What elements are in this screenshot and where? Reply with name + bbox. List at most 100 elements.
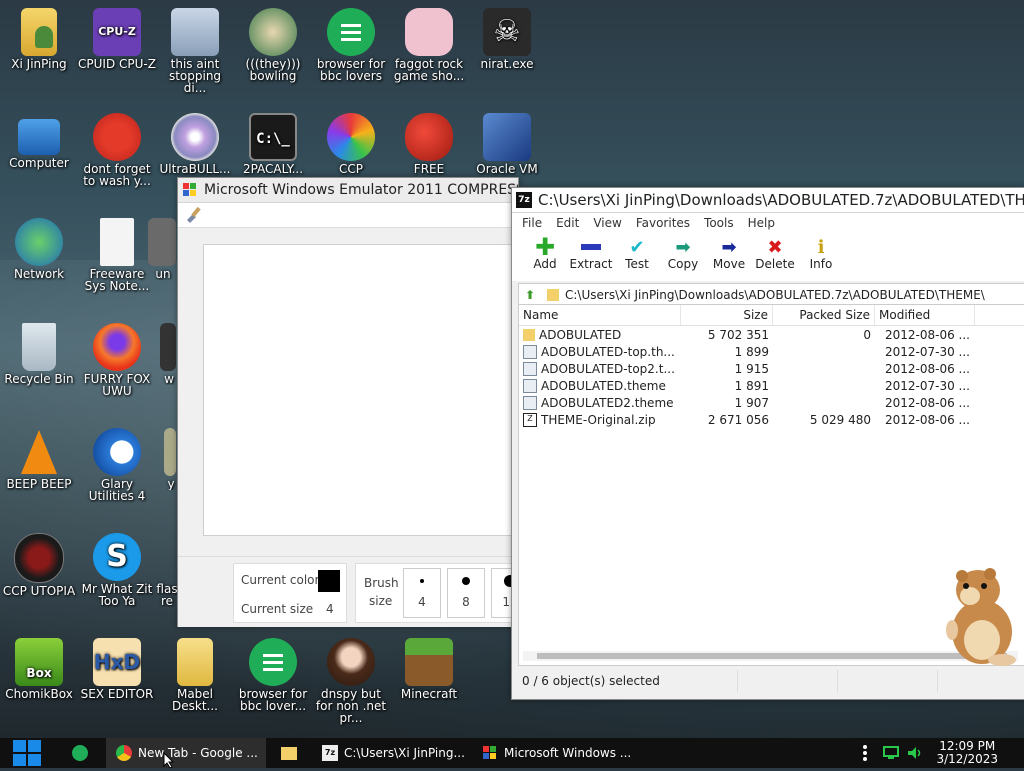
minus-icon xyxy=(568,237,614,257)
file-row[interactable]: ADOBULATED-top.th... 1 899 2012-07-30 ..… xyxy=(519,343,1024,360)
file-row[interactable]: Z THEME-Original.zip 2 671 056 5 029 480 … xyxy=(519,411,1024,428)
desktop-icon-partial-flas[interactable]: flas re xyxy=(156,533,178,607)
start-button[interactable] xyxy=(0,738,54,768)
move-button[interactable]: ➡ Move xyxy=(706,233,752,272)
desktop-icon-free[interactable]: FREE xyxy=(390,113,468,175)
recycle-bin-icon xyxy=(22,323,56,371)
menu-tools[interactable]: Tools xyxy=(698,216,742,230)
taskbar-item-7zip[interactable]: 7z C:\Users\Xi JinPing... xyxy=(312,738,472,768)
current-color-swatch[interactable] xyxy=(318,570,340,592)
desktop-icon-glary-utilities[interactable]: Glary Utilities 4 xyxy=(78,428,156,502)
delete-button[interactable]: ✖ Delete xyxy=(752,233,798,272)
desktop-icon-network[interactable]: Network xyxy=(0,218,78,280)
zip-archive-icon: Z xyxy=(523,412,537,427)
copy-button[interactable]: ➡ Copy xyxy=(660,233,706,272)
desktop-icon-computer[interactable]: Computer xyxy=(0,113,78,169)
brush-size-option-4[interactable]: 4 xyxy=(403,568,441,618)
taskbar-pinned-explorer[interactable] xyxy=(266,738,312,768)
browser-chat-icon xyxy=(72,745,88,761)
folder-up-icon[interactable]: ⬆ xyxy=(519,288,541,302)
desktop-icon-mr-what-zit[interactable]: S Mr What Zit Too Ya xyxy=(78,533,156,607)
extract-button[interactable]: Extract xyxy=(568,233,614,271)
paint-window-title: Microsoft Windows Emulator 2011 COMPRESS… xyxy=(204,182,518,198)
brush-size-option-8[interactable]: 8 xyxy=(447,568,485,618)
column-name[interactable]: Name xyxy=(519,305,681,325)
plus-icon: ✚ xyxy=(534,233,556,261)
brush-size-box: Brush size 4 8 12 xyxy=(355,563,529,623)
file-row[interactable]: ADOBULATED.theme 1 891 2012-07-30 ... xyxy=(519,377,1024,394)
hxd-icon: HxD xyxy=(93,638,141,686)
desktop-icon-rock-game[interactable]: faggot rock game sho... xyxy=(390,8,468,82)
desktop-icon-chomikbox[interactable]: Box ChomikBox xyxy=(0,638,78,700)
tray-overflow-icon[interactable] xyxy=(862,744,870,765)
add-button[interactable]: ✚ Add xyxy=(522,233,568,271)
7zip-titlebar[interactable]: 7z C:\Users\Xi JinPing\Downloads\ADOBULA… xyxy=(512,188,1024,213)
menu-favorites[interactable]: Favorites xyxy=(630,216,698,230)
column-size[interactable]: Size xyxy=(681,305,773,325)
computer-icon xyxy=(18,119,60,155)
column-modified[interactable]: Modified xyxy=(875,305,975,325)
desktop-icon-partial-un[interactable]: un xyxy=(148,218,178,280)
current-size-label: Current size xyxy=(241,602,314,616)
test-button[interactable]: ✔ Test xyxy=(614,233,660,272)
browser-chat-icon xyxy=(327,8,375,56)
desktop-icon-xi-jinping[interactable]: Xi JinPing xyxy=(0,8,78,70)
desktop-icon-partial-w[interactable]: w xyxy=(160,323,178,385)
menu-edit[interactable]: Edit xyxy=(550,216,587,230)
taskbar-item-paint[interactable]: Microsoft Windows ... xyxy=(472,738,632,768)
desktop-icon-ccleaner[interactable]: dont forget to wash y... xyxy=(78,113,156,187)
menu-file[interactable]: File xyxy=(516,216,550,230)
current-size-value: 4 xyxy=(326,602,334,616)
paint-emulator-window[interactable]: Microsoft Windows Emulator 2011 COMPRESS… xyxy=(177,177,529,627)
pink-creature-icon xyxy=(405,8,453,56)
paint-tool-strip xyxy=(178,203,518,228)
desktop-icon-ultrabull[interactable]: UltraBULL... xyxy=(156,113,234,175)
desktop-icon-bowling[interactable]: (((they))) bowling xyxy=(234,8,312,82)
folder-person-icon xyxy=(21,8,57,56)
menu-help[interactable]: Help xyxy=(742,216,783,230)
info-icon: ℹ xyxy=(817,236,825,258)
taskbar-pinned-browser[interactable] xyxy=(54,738,106,768)
network-tray-icon[interactable] xyxy=(882,745,900,764)
desktop-icon-ccp[interactable]: CCP xyxy=(312,113,390,175)
desktop-icon-partial-y[interactable]: y xyxy=(164,428,178,490)
current-color-label: Current color xyxy=(241,573,320,587)
paint-titlebar[interactable]: Microsoft Windows Emulator 2011 COMPRESS… xyxy=(178,178,518,203)
desktop-icon-browser-bbc-2[interactable]: browser for bbc lover... xyxy=(234,638,312,712)
desktop-icon-browser-bbc[interactable]: browser for bbc lovers xyxy=(312,8,390,82)
partial-icon xyxy=(160,323,176,371)
brush-tool-icon[interactable] xyxy=(184,205,202,226)
address-path[interactable]: C:\Users\Xi JinPing\Downloads\ADOBULATED… xyxy=(559,288,985,302)
desktop-icon-oracle-vm[interactable]: Oracle VM xyxy=(468,113,546,175)
paint-bottom-panel: Current color Current size 4 Brush size … xyxy=(178,556,529,627)
file-row[interactable]: ADOBULATED-top2.t... 1 915 2012-08-06 ..… xyxy=(519,360,1024,377)
taskbar-clock[interactable]: 12:09 PM 3/12/2023 xyxy=(936,740,998,766)
paint-app-icon xyxy=(182,182,198,198)
hamster-desktop-pet[interactable] xyxy=(932,560,1022,668)
desktop-icon-furry-fox[interactable]: FURRY FOX UWU xyxy=(78,323,156,397)
brush-label: Brush xyxy=(364,576,399,590)
computer-setup-icon xyxy=(171,8,219,56)
windows-logo-icon xyxy=(13,740,41,766)
desktop-icon-sex-editor[interactable]: HxD SEX EDITOR xyxy=(78,638,156,700)
desktop-icon-this-aint-stopping[interactable]: this aint stopping di... xyxy=(156,8,234,94)
desktop-icon-cpu-z[interactable]: CPU-Z CPUID CPU-Z xyxy=(78,8,156,70)
column-packed-size[interactable]: Packed Size xyxy=(773,305,875,325)
desktop-icon-minecraft[interactable]: Minecraft xyxy=(390,638,468,700)
desktop-icon-mabel-desktop[interactable]: Mabel Deskt... xyxy=(156,638,234,712)
info-button[interactable]: ℹ Info xyxy=(798,233,844,272)
file-row[interactable]: ADOBULATED2.theme 1 907 2012-08-06 ... xyxy=(519,394,1024,411)
menu-view[interactable]: View xyxy=(587,216,629,230)
file-row[interactable]: ADOBULATED 5 702 351 0 2012-08-06 ... xyxy=(519,326,1024,343)
desktop-icon-beep-beep[interactable]: BEEP BEEP xyxy=(0,428,78,490)
desktop-icon-ccp-utopia[interactable]: CCP UTOPIA xyxy=(0,533,78,597)
volume-tray-icon[interactable] xyxy=(906,745,924,764)
desktop-icon-freeware-sys-note[interactable]: Freeware Sys Note... xyxy=(78,218,156,292)
desktop-icon-2pacaly[interactable]: C:\_ 2PACALY... xyxy=(234,113,312,175)
desktop-icon-dnspy[interactable]: dnspy but for non .net pr... xyxy=(312,638,390,724)
desktop-icon-nirat[interactable]: ☠ nirat.exe xyxy=(468,8,546,70)
desktop-icon-recycle-bin[interactable]: Recycle Bin xyxy=(0,323,78,385)
drawing-canvas[interactable] xyxy=(203,244,520,536)
7zip-menubar: File Edit View Favorites Tools Help xyxy=(512,213,1024,233)
taskbar-item-chrome[interactable]: New Tab - Google ... xyxy=(106,738,266,768)
